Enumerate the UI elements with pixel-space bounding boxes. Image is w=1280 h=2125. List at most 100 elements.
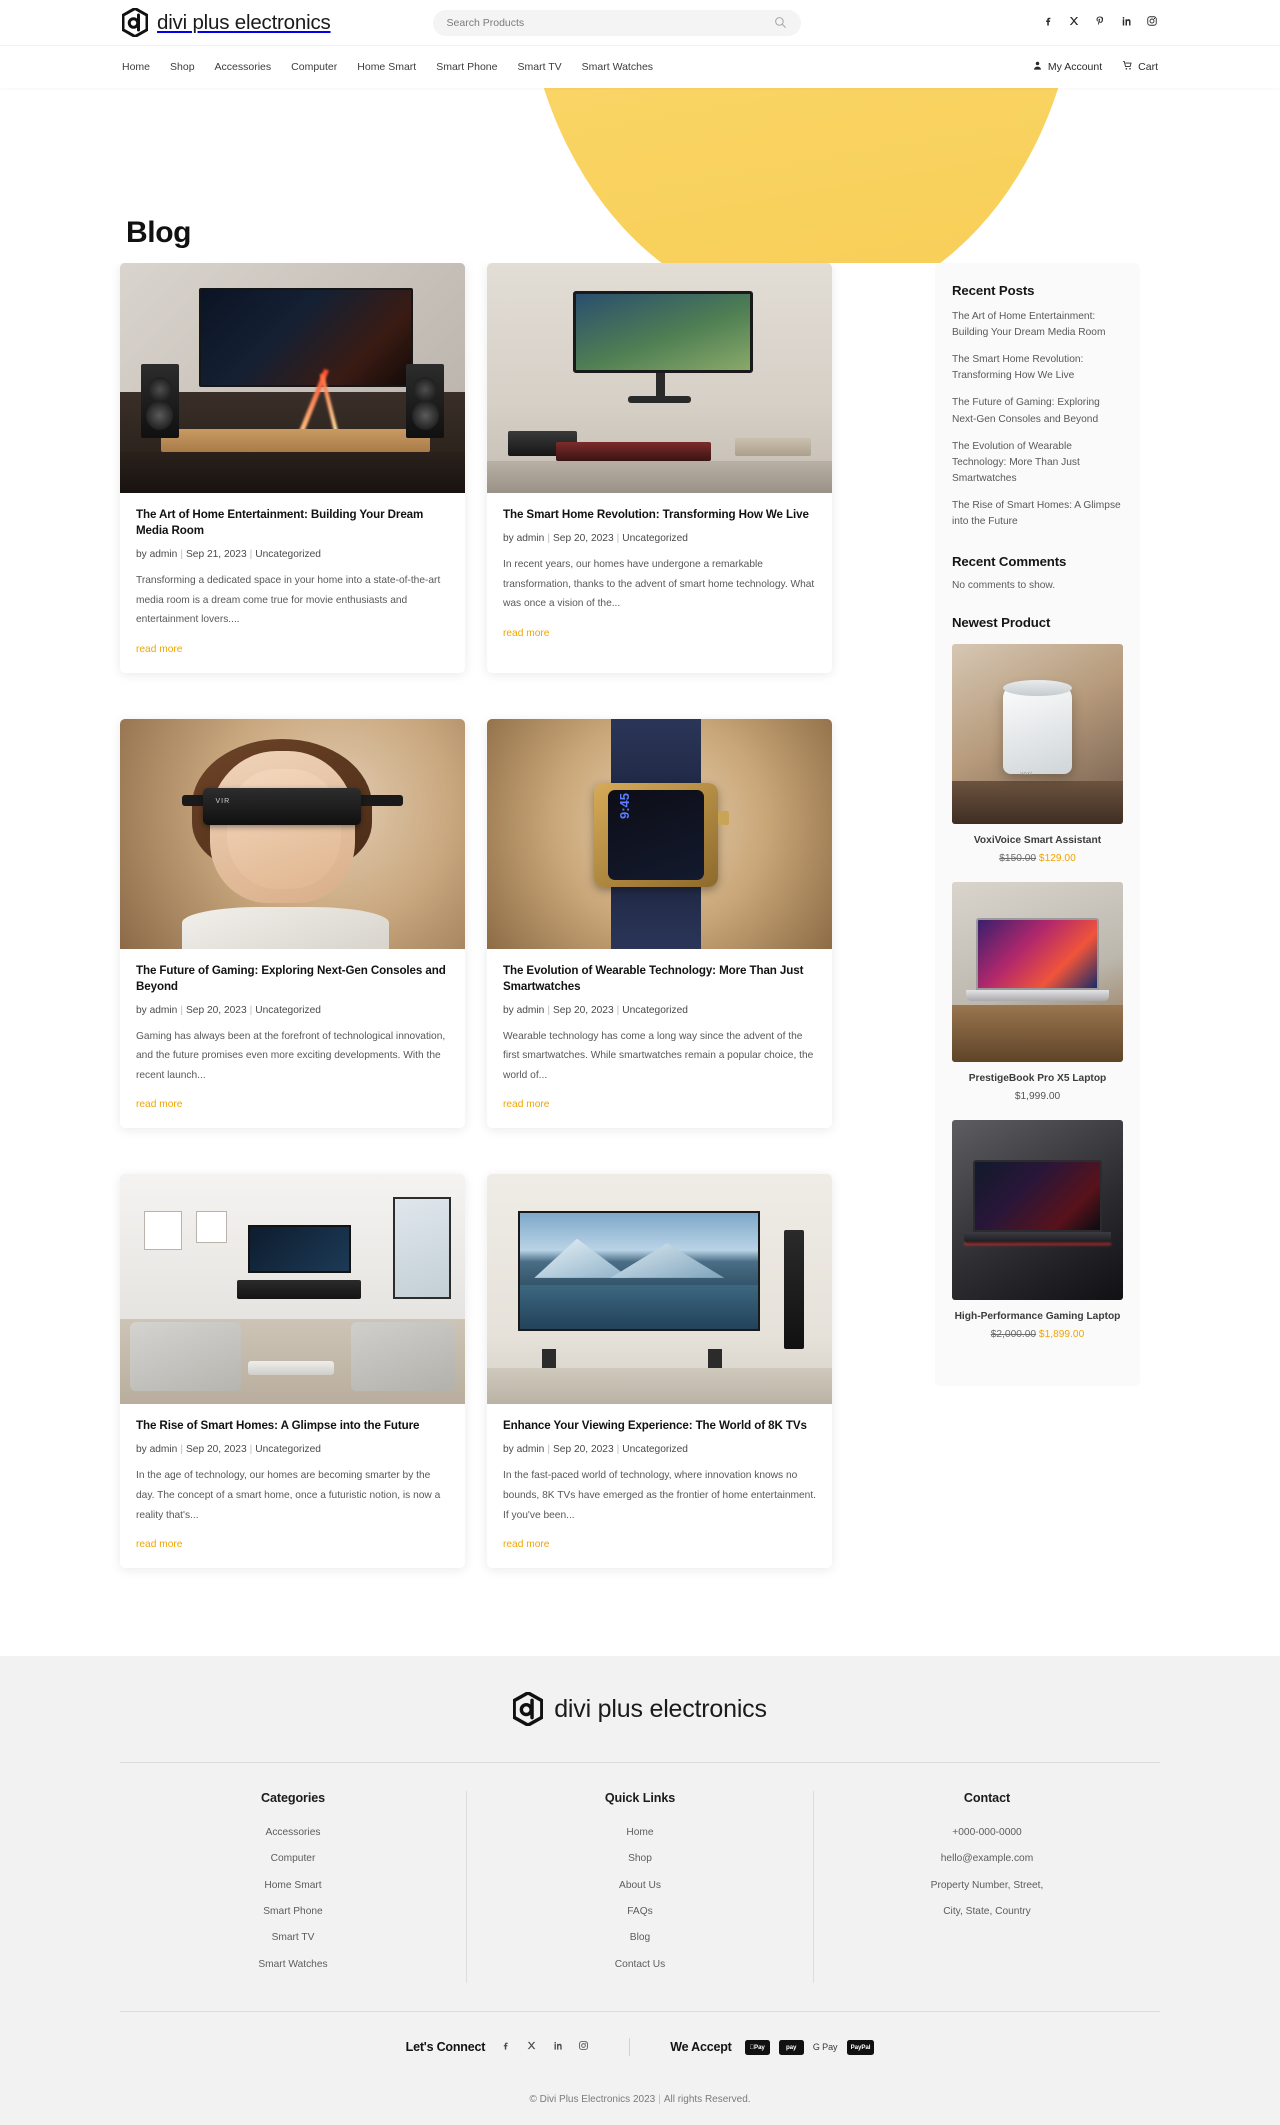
blog-card-title[interactable]: The Future of Gaming: Exploring Next-Gen… <box>136 963 449 995</box>
list-item[interactable]: Home Smart <box>130 1878 456 1894</box>
nav-item-home[interactable]: Home <box>122 61 150 73</box>
product-name[interactable]: VoxiVoice Smart Assistant <box>952 835 1123 846</box>
blog-card-title[interactable]: Enhance Your Viewing Experience: The Wor… <box>503 1418 816 1434</box>
recent-post-link[interactable]: The Rise of Smart Homes: A Glimpse into … <box>952 498 1123 530</box>
footer-link-about-us[interactable]: About Us <box>477 1878 803 1894</box>
list-item[interactable]: Smart TV <box>130 1930 456 1946</box>
list-item[interactable]: Smart Phone <box>130 1904 456 1920</box>
list-item[interactable]: Contact Us <box>477 1957 803 1973</box>
list-item[interactable]: Shop <box>477 1851 803 1867</box>
read-more-link[interactable]: read more <box>503 1539 549 1550</box>
list-item[interactable]: The Art of Home Entertainment: Building … <box>952 309 1123 341</box>
pinterest-icon[interactable] <box>1094 14 1106 32</box>
nav-item-smart-phone[interactable]: Smart Phone <box>436 61 497 73</box>
list-item[interactable]: Computer <box>130 1851 456 1867</box>
footer-link-shop[interactable]: Shop <box>477 1851 803 1867</box>
footer-logo[interactable]: divi plus electronics <box>0 1690 1280 1762</box>
nav-item-accessories[interactable]: Accessories <box>215 61 272 73</box>
read-more-link[interactable]: read more <box>503 628 549 639</box>
cart-link[interactable]: Cart <box>1122 60 1158 74</box>
nav-item-shop[interactable]: Shop <box>170 61 195 73</box>
footer-link-accessories[interactable]: Accessories <box>130 1825 456 1841</box>
list-item[interactable]: The Smart Home Revolution: Transforming … <box>952 352 1123 384</box>
facebook-icon[interactable] <box>500 2038 511 2056</box>
blog-card-category[interactable]: Uncategorized <box>255 549 321 560</box>
blog-card-category[interactable]: Uncategorized <box>622 533 688 544</box>
recent-post-link[interactable]: The Future of Gaming: Exploring Next-Gen… <box>952 395 1123 427</box>
search-box[interactable] <box>432 9 801 36</box>
contact-email[interactable]: hello@example.com <box>824 1851 1150 1867</box>
product-name[interactable]: PrestigeBook Pro X5 Laptop <box>952 1073 1123 1084</box>
recent-post-link[interactable]: The Smart Home Revolution: Transforming … <box>952 352 1123 384</box>
blog-card-image[interactable] <box>120 1174 465 1405</box>
nav-item-home-smart[interactable]: Home Smart <box>357 61 416 73</box>
read-more-link[interactable]: read more <box>136 1099 182 1110</box>
nav-item-computer[interactable]: Computer <box>291 61 337 73</box>
blog-card[interactable]: The Art of Home Entertainment: Building … <box>120 263 465 673</box>
linkedin-icon[interactable] <box>552 2038 563 2056</box>
search-icon[interactable] <box>774 16 787 29</box>
facebook-icon[interactable] <box>1042 14 1054 32</box>
blog-card-image[interactable] <box>120 263 465 493</box>
blog-card-image[interactable] <box>120 718 465 949</box>
read-more-link[interactable]: read more <box>503 1099 549 1110</box>
site-logo-link[interactable]: divi plus electronics <box>121 6 331 39</box>
list-item[interactable]: Blog <box>477 1930 803 1946</box>
product-image[interactable]: voxi <box>952 644 1123 825</box>
blog-card-title[interactable]: The Art of Home Entertainment: Building … <box>136 507 449 539</box>
product-image[interactable] <box>952 1120 1123 1301</box>
search-input[interactable] <box>446 16 774 29</box>
blog-card-title[interactable]: The Evolution of Wearable Technology: Mo… <box>503 963 816 995</box>
list-item[interactable]: The Future of Gaming: Exploring Next-Gen… <box>952 395 1123 427</box>
read-more-link[interactable]: read more <box>136 1539 182 1550</box>
blog-card-image[interactable] <box>487 263 832 493</box>
blog-card-date: Sep 20, 2023 <box>553 1004 614 1016</box>
footer-link-home-smart[interactable]: Home Smart <box>130 1878 456 1894</box>
x-twitter-icon[interactable] <box>526 2038 537 2056</box>
x-twitter-icon[interactable] <box>1068 14 1080 32</box>
blog-card[interactable]: Enhance Your Viewing Experience: The Wor… <box>487 1174 832 1569</box>
recent-post-link[interactable]: The Art of Home Entertainment: Building … <box>952 309 1123 341</box>
footer-link-computer[interactable]: Computer <box>130 1851 456 1867</box>
blog-card-image[interactable] <box>487 718 832 949</box>
list-item[interactable]: Smart Watches <box>130 1957 456 1973</box>
product-item[interactable]: PrestigeBook Pro X5 Laptop $1,999.00 <box>952 882 1123 1102</box>
footer-link-blog[interactable]: Blog <box>477 1930 803 1946</box>
blog-card-category[interactable]: Uncategorized <box>255 1444 321 1455</box>
footer-link-smart-watches[interactable]: Smart Watches <box>130 1957 456 1973</box>
nav-item-smart-tv[interactable]: Smart TV <box>518 61 562 73</box>
blog-card-category[interactable]: Uncategorized <box>622 1005 688 1016</box>
blog-card[interactable]: The Rise of Smart Homes: A Glimpse into … <box>120 1174 465 1569</box>
blog-card[interactable]: The Future of Gaming: Exploring Next-Gen… <box>120 718 465 1129</box>
footer-link-home[interactable]: Home <box>477 1825 803 1841</box>
footer-link-faqs[interactable]: FAQs <box>477 1904 803 1920</box>
product-image[interactable] <box>952 882 1123 1063</box>
blog-card-image[interactable] <box>487 1174 832 1405</box>
list-item[interactable]: The Evolution of Wearable Technology: Mo… <box>952 439 1123 487</box>
product-item[interactable]: High-Performance Gaming Laptop $2,000.00… <box>952 1120 1123 1340</box>
list-item[interactable]: Accessories <box>130 1825 456 1841</box>
nav-item-smart-watches[interactable]: Smart Watches <box>582 61 653 73</box>
list-item[interactable]: Home <box>477 1825 803 1841</box>
blog-card-category[interactable]: Uncategorized <box>622 1444 688 1455</box>
linkedin-icon[interactable] <box>1120 14 1132 32</box>
read-more-link[interactable]: read more <box>136 644 182 655</box>
contact-phone[interactable]: +000-000-0000 <box>824 1825 1150 1841</box>
footer-link-contact-us[interactable]: Contact Us <box>477 1957 803 1973</box>
footer-link-smart-phone[interactable]: Smart Phone <box>130 1904 456 1920</box>
list-item[interactable]: FAQs <box>477 1904 803 1920</box>
footer-link-smart-tv[interactable]: Smart TV <box>130 1930 456 1946</box>
product-name[interactable]: High-Performance Gaming Laptop <box>952 1311 1123 1322</box>
instagram-icon[interactable] <box>578 2038 589 2056</box>
instagram-icon[interactable] <box>1146 14 1158 32</box>
blog-card[interactable]: The Smart Home Revolution: Transforming … <box>487 263 832 673</box>
list-item[interactable]: About Us <box>477 1878 803 1894</box>
recent-post-link[interactable]: The Evolution of Wearable Technology: Mo… <box>952 439 1123 487</box>
blog-card-category[interactable]: Uncategorized <box>255 1005 321 1016</box>
product-item[interactable]: voxi VoxiVoice Smart Assistant $150.00 $… <box>952 644 1123 864</box>
blog-card-title[interactable]: The Rise of Smart Homes: A Glimpse into … <box>136 1418 449 1434</box>
blog-card-title[interactable]: The Smart Home Revolution: Transforming … <box>503 507 816 523</box>
blog-card[interactable]: The Evolution of Wearable Technology: Mo… <box>487 718 832 1129</box>
list-item[interactable]: The Rise of Smart Homes: A Glimpse into … <box>952 498 1123 530</box>
my-account-link[interactable]: My Account <box>1032 60 1102 74</box>
